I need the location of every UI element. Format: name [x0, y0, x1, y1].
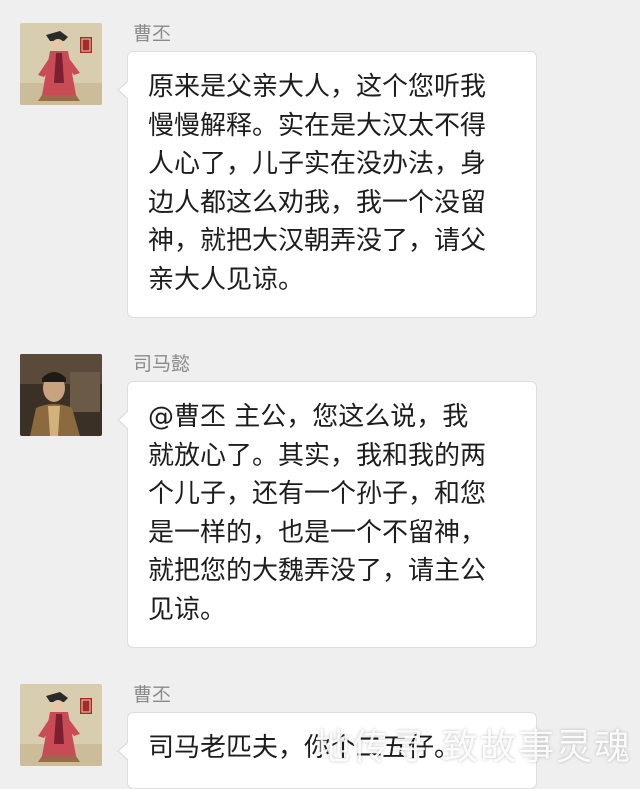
- sender-name: 曹丕: [133, 684, 172, 706]
- message-line: 就把您的大魏弄没了，请主公: [148, 556, 487, 586]
- sender-name: 曹丕: [133, 23, 172, 45]
- message-bubble[interactable]: 原来是父亲大人，这个您听我 慢慢解释。实在是大汉太不得 人心了，儿子实在没办法，…: [117, 51, 537, 318]
- caopi-avatar[interactable]: [20, 684, 102, 766]
- caopi-avatar[interactable]: [20, 23, 102, 105]
- message-line: 就放心了。其实，我和我的两: [148, 440, 487, 471]
- message-line: 亲大人见谅。: [148, 264, 305, 295]
- message-bubble[interactable]: @曹丕 主公，您这么说，我 就放心了。其实，我和我的两 个儿子，还有一个孙子，和…: [117, 381, 537, 648]
- message-line: 边人都这么劝我，我一个没留: [148, 187, 487, 218]
- message-line: 是一样的，也是一个不留神，: [148, 517, 487, 548]
- message-line: 人心了，儿子实在没办法，身: [148, 149, 487, 179]
- message-line: 神，就把大汉朝弄没了，请父: [148, 226, 487, 256]
- message-line: 原来是父亲大人，这个您听我: [148, 72, 487, 102]
- message-line: @曹丕 主公，您这么说，我: [148, 402, 469, 432]
- simayi-avatar[interactable]: [20, 354, 102, 436]
- sender-name: 司马懿: [133, 353, 191, 375]
- message-line: 见谅。: [148, 594, 227, 625]
- message-line: 慢慢解释。实在是大汉太不得: [148, 110, 487, 141]
- watermark: 地传寻 致故事灵魂: [314, 727, 632, 768]
- message-line: 个儿子，还有一个孙子，和您: [148, 479, 487, 509]
